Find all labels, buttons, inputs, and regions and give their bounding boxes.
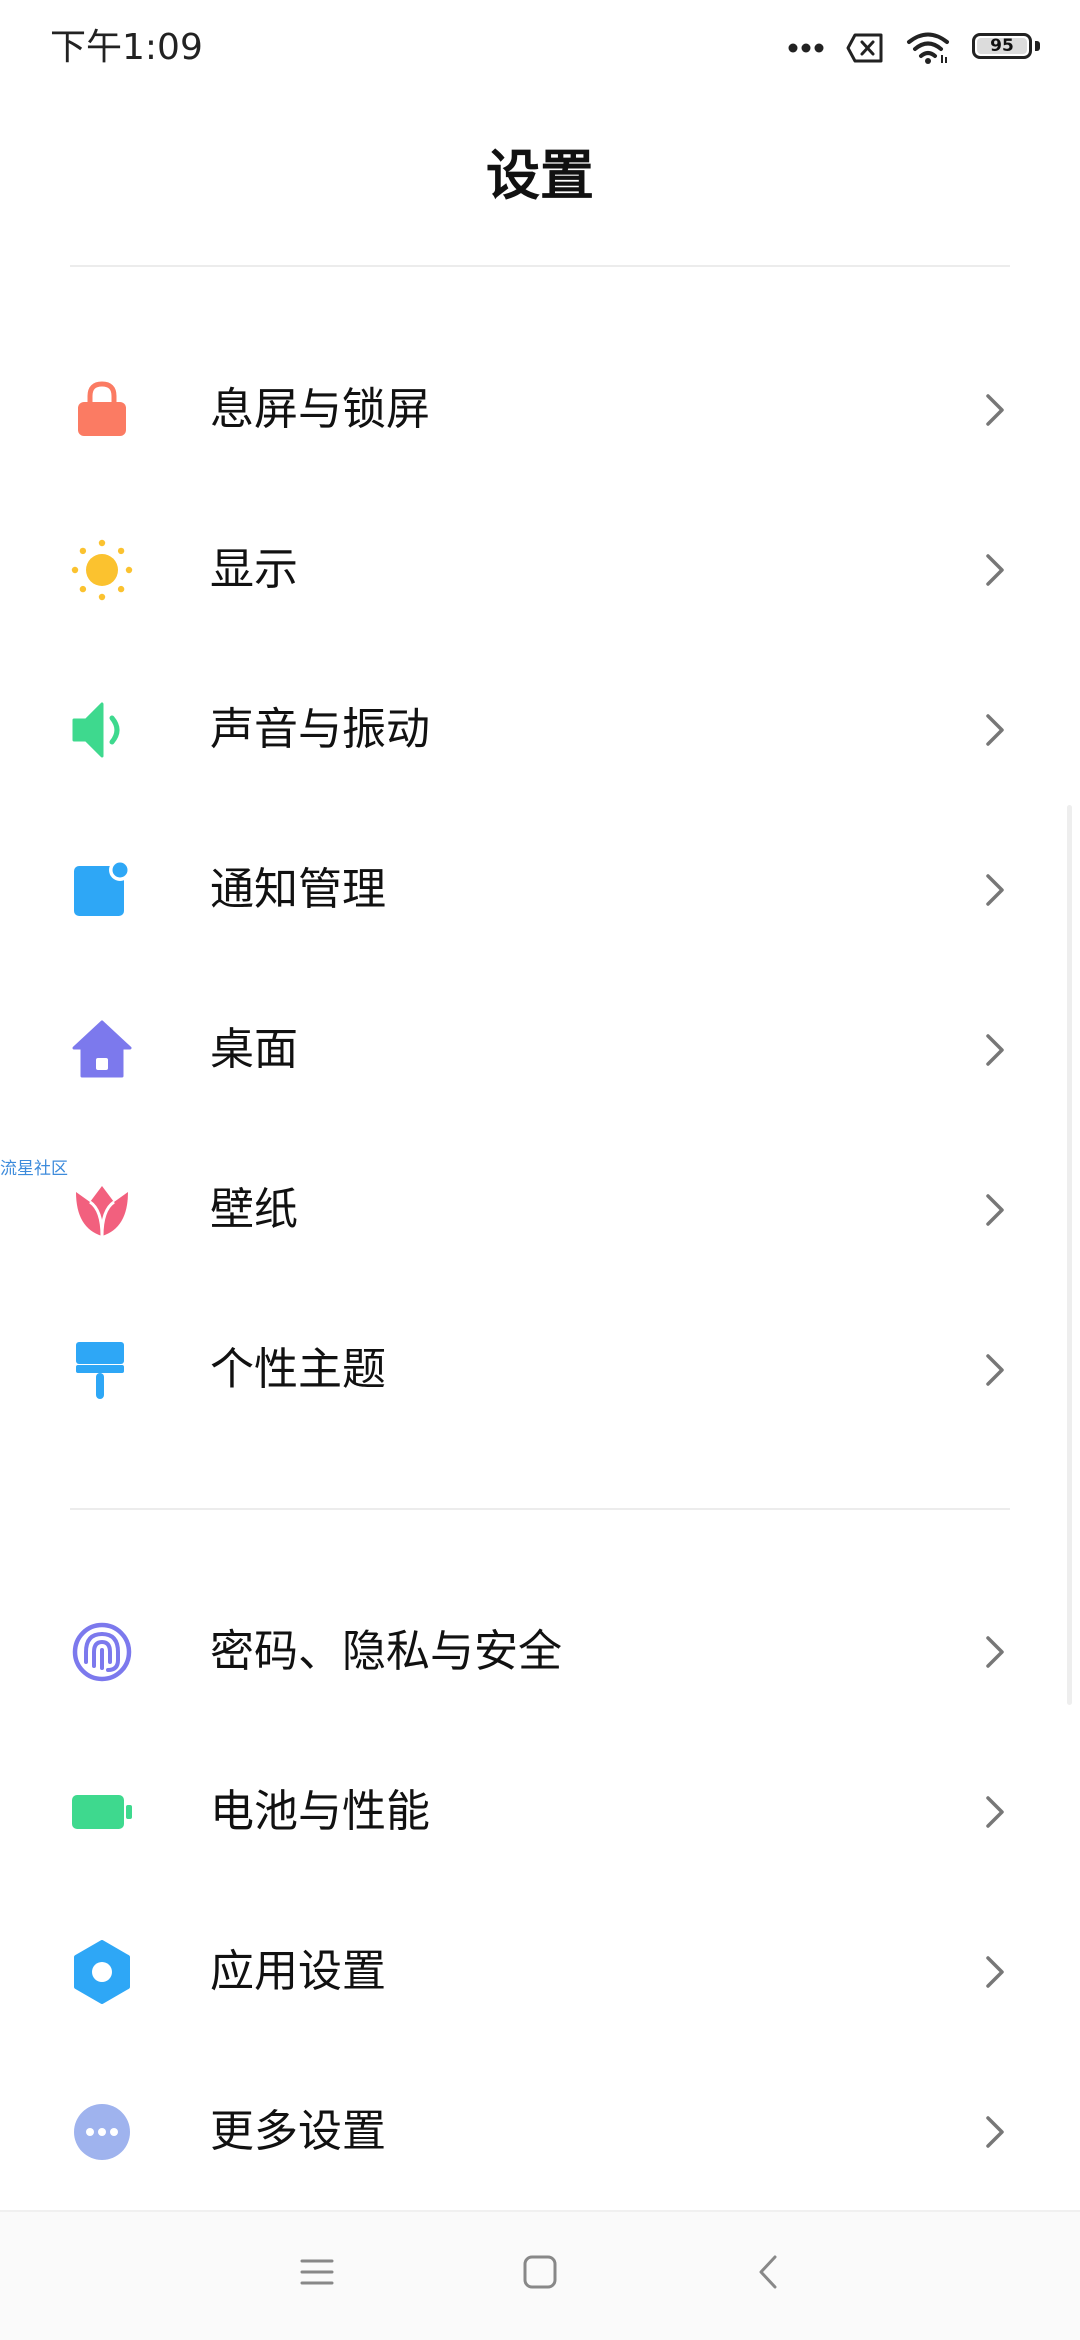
chevron-right-icon [980, 386, 1010, 434]
settings-item-privacy-security[interactable]: 密码、隐私与安全 [0, 1572, 1080, 1732]
home-square-icon [522, 2254, 558, 2294]
item-label: 显示 [210, 544, 298, 595]
notification-icon [70, 858, 134, 922]
navigation-bar [0, 2210, 1080, 2340]
item-label: 个性主题 [210, 1344, 386, 1395]
battery-icon: 95 [972, 33, 1040, 63]
chevron-right-icon [980, 1186, 1010, 1234]
battery-green-icon [70, 1780, 134, 1844]
home-button[interactable] [510, 2244, 570, 2304]
chevron-right-icon [980, 1026, 1010, 1074]
watermark-text: 流星社区 [0, 1159, 68, 1179]
item-label: 应用设置 [210, 1946, 386, 1997]
chevron-right-icon [980, 546, 1010, 594]
home-icon [70, 1018, 134, 1082]
scrollbar[interactable] [1067, 805, 1072, 1705]
back-button[interactable] [738, 2244, 798, 2304]
item-label: 息屏与锁屏 [210, 384, 430, 435]
item-label: 电池与性能 [210, 1786, 430, 1837]
settings-item-lock-screen[interactable]: 息屏与锁屏 [0, 330, 1080, 490]
lock-icon [70, 378, 134, 442]
group-divider [70, 1508, 1010, 1510]
chevron-right-icon [980, 1628, 1010, 1676]
status-time: 下午1:09 [50, 27, 203, 68]
sim-x-icon [846, 33, 884, 63]
item-label: 桌面 [210, 1024, 298, 1075]
fingerprint-icon [70, 1620, 134, 1684]
header-divider [70, 265, 1010, 267]
settings-item-app-settings[interactable]: 应用设置 [0, 1892, 1080, 2052]
settings-item-wallpaper[interactable]: 壁纸 [0, 1130, 1080, 1290]
back-icon [756, 2253, 780, 2295]
settings-item-notifications[interactable]: 通知管理 [0, 810, 1080, 970]
settings-item-display[interactable]: 显示 [0, 490, 1080, 650]
item-label: 通知管理 [210, 864, 386, 915]
status-bar: 下午1:09 95 [0, 0, 1080, 100]
settings-item-sound[interactable]: 声音与振动 [0, 650, 1080, 810]
wifi-icon [906, 31, 950, 65]
tulip-icon [70, 1178, 134, 1242]
more-dots-icon [788, 42, 824, 54]
item-label: 更多设置 [210, 2106, 386, 2157]
chevron-right-icon [980, 706, 1010, 754]
settings-item-desktop[interactable]: 桌面 [0, 970, 1080, 1130]
chevron-right-icon [980, 1788, 1010, 1836]
battery-level: 95 [990, 36, 1014, 56]
paintbrush-icon [70, 1338, 134, 1402]
chevron-right-icon [980, 2108, 1010, 2156]
chevron-right-icon [980, 1948, 1010, 1996]
chevron-right-icon [980, 1346, 1010, 1394]
page-title: 设置 [486, 144, 594, 207]
chevron-right-icon [980, 866, 1010, 914]
item-label: 密码、隐私与安全 [210, 1626, 562, 1677]
settings-item-themes[interactable]: 个性主题 [0, 1290, 1080, 1450]
sun-icon [70, 538, 134, 602]
item-label: 声音与振动 [210, 704, 430, 755]
speaker-icon [70, 698, 134, 762]
menu-icon [300, 2257, 334, 2291]
settings-item-more[interactable]: 更多设置 [0, 2052, 1080, 2212]
settings-item-battery[interactable]: 电池与性能 [0, 1732, 1080, 1892]
status-icons: 95 [788, 28, 1040, 68]
settings-screen: 下午1:09 95 设置 息屏与锁屏 显示 声音与振动 通知管理 桌面 壁纸 个… [0, 0, 1080, 2340]
menu-button[interactable] [287, 2244, 347, 2304]
more-circle-icon [70, 2100, 134, 2164]
gear-icon [70, 1940, 134, 2004]
item-label: 壁纸 [210, 1184, 298, 1235]
